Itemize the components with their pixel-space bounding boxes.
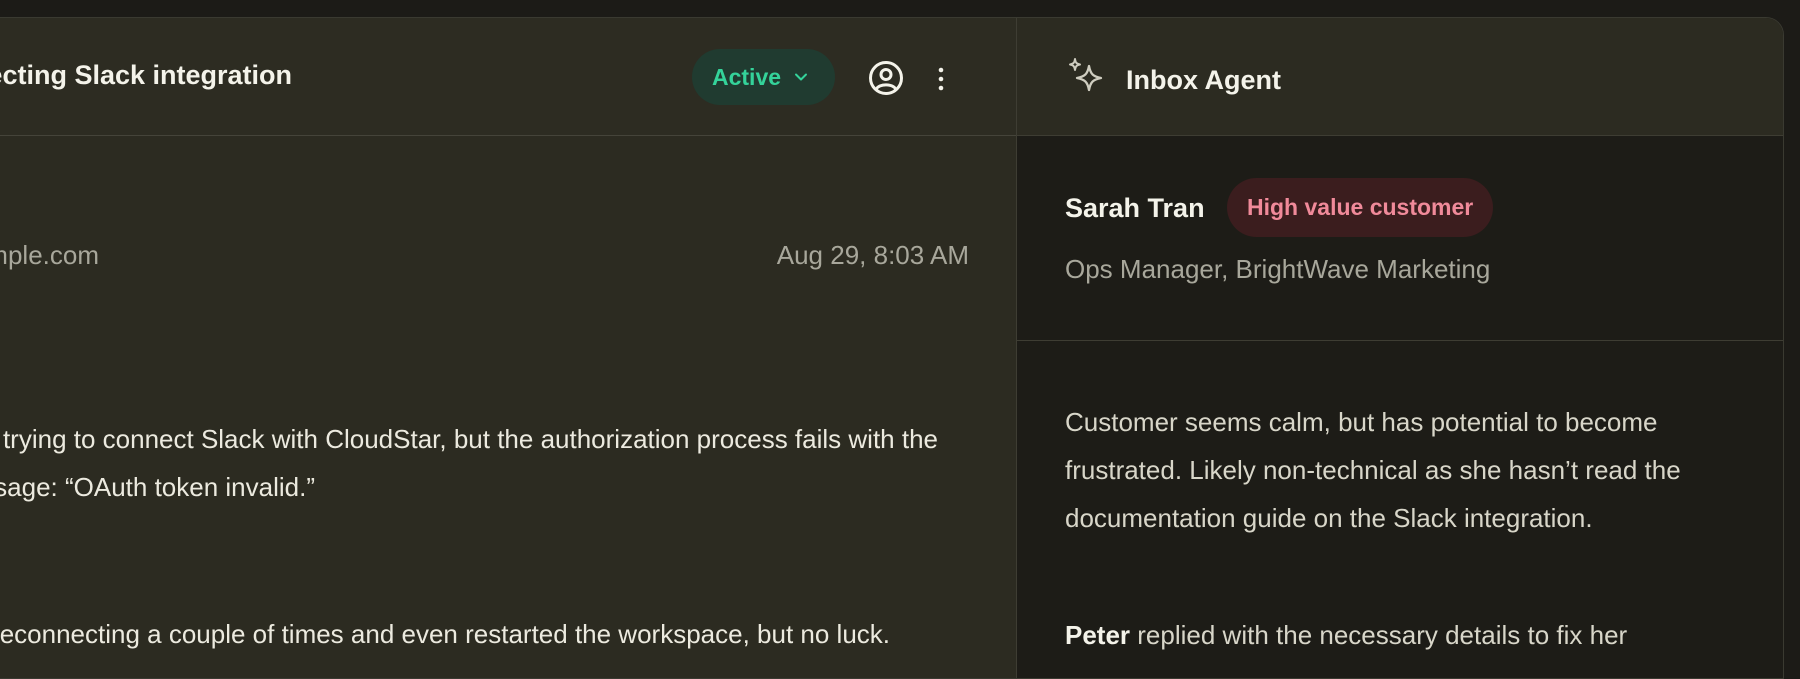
more-vertical-icon[interactable] bbox=[931, 64, 951, 94]
message-line: error message: “OAuth token invalid.” bbox=[0, 472, 315, 502]
agent-title: Inbox Agent bbox=[1126, 65, 1281, 95]
conversation-header: Troubleshooting connecting Slack integra… bbox=[0, 18, 1016, 136]
divider bbox=[1017, 340, 1783, 341]
customer-role: Ops Manager, BrightWave Marketing bbox=[1065, 254, 1491, 284]
conversation-title: Troubleshooting connecting Slack integra… bbox=[0, 60, 292, 90]
customer-name: Sarah Tran bbox=[1065, 193, 1205, 223]
agent-summary: Customer seems calm, but has potential t… bbox=[1065, 407, 1681, 533]
reply-author: Peter bbox=[1065, 620, 1131, 650]
conversation-panel: Troubleshooting connecting Slack integra… bbox=[0, 18, 1016, 678]
status-label: Active bbox=[712, 63, 782, 90]
app-window: Troubleshooting connecting Slack integra… bbox=[0, 17, 1784, 679]
message-line: I've tried reconnecting a couple of time… bbox=[0, 619, 890, 649]
reply-text: replied with the necessary details to fi… bbox=[1130, 620, 1628, 650]
status-dropdown[interactable]: Active bbox=[692, 49, 835, 105]
message-line: I'm trying to connect Slack with CloudSt… bbox=[0, 424, 938, 454]
reply-note: Peter replied with the necessary details… bbox=[1065, 620, 1627, 651]
customer-tag-badge: High value customer bbox=[1227, 178, 1494, 237]
message-timestamp: Aug 29, 8:03 AM bbox=[776, 240, 969, 270]
chevron-down-icon bbox=[795, 73, 808, 81]
sender-email: sarah.tran@example.com bbox=[0, 240, 99, 270]
agent-header: Inbox Agent bbox=[1017, 18, 1783, 136]
agent-panel: Inbox Agent Sarah Tran High value custom… bbox=[1016, 18, 1783, 678]
user-circle-icon[interactable] bbox=[868, 60, 904, 96]
sparkles-icon bbox=[1069, 58, 1103, 92]
